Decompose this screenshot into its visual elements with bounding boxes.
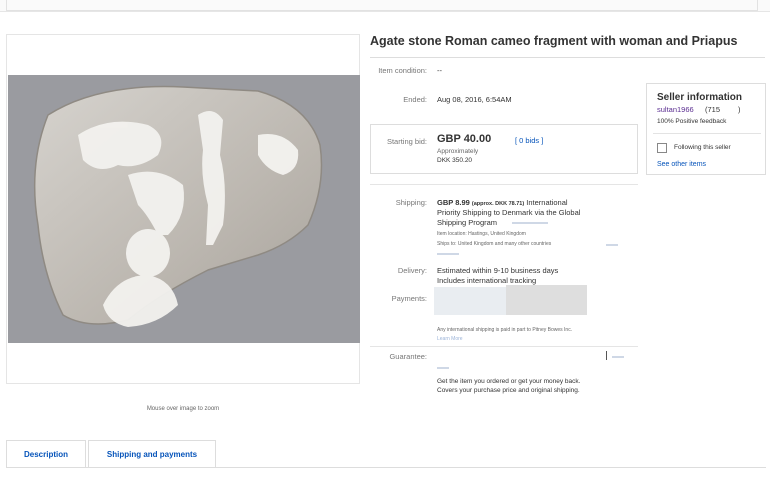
see-details-link[interactable] — [512, 222, 548, 224]
cameo-illustration — [33, 85, 323, 327]
seller-feedback: 100% Positive feedback — [657, 118, 727, 125]
ships-to: Ships to: United Kingdom and many other … — [437, 241, 552, 247]
shipping-price-row: GBP 8.99 (approx. DKK 78.71) Internation… — [437, 198, 568, 207]
payments-label: Payments: — [391, 294, 427, 303]
starting-bid-price: GBP 40.00 — [437, 133, 492, 145]
exclusions-link[interactable] — [437, 253, 459, 255]
delivery-estimate: Estimated within 9-10 business days — [437, 266, 559, 275]
follow-seller-checkbox[interactable] — [657, 143, 667, 153]
payments-note: Any international shipping is paid in pa… — [437, 327, 573, 333]
seller-info-title: Seller information — [657, 92, 743, 103]
shipping-price: GBP 8.99 — [437, 198, 470, 207]
top-bar — [0, 0, 770, 12]
zoom-hint: Mouse over image to zoom — [146, 406, 220, 412]
item-location: Item location: Hastings, United Kingdom — [437, 231, 526, 237]
guarantee-more-link[interactable] — [437, 367, 449, 369]
payment-logo-placeholder — [506, 285, 587, 315]
follow-seller-label[interactable]: Following this seller — [674, 144, 731, 151]
payment-methods-placeholder — [434, 287, 506, 315]
ended-value: Aug 08, 2016, 6:54AM — [437, 95, 512, 104]
delivery-tracking: Includes international tracking — [437, 276, 537, 285]
bids-count-link[interactable]: [ 0 bids ] — [515, 136, 543, 145]
condition-value: -- — [437, 66, 442, 75]
listing-page: Mouse over image to zoom Agate stone Rom… — [0, 0, 770, 480]
bid-box: Starting bid: GBP 40.00 [ 0 bids ] Appro… — [370, 124, 638, 174]
item-photo[interactable] — [8, 75, 360, 343]
seller-name-link[interactable]: sultan1966 — [657, 105, 694, 114]
ended-label: Ended: — [403, 95, 427, 104]
condition-label: Item condition: — [378, 66, 427, 75]
shipping-label: Shipping: — [395, 198, 427, 207]
learn-more-link[interactable]: Learn More — [437, 336, 463, 342]
shipping-approx: (approx. DKK 78.71) — [471, 201, 525, 207]
shipping-service: Priority Shipping to Denmark via the Glo… — [437, 208, 581, 217]
tab-shipping-and-payments[interactable]: Shipping and payments — [88, 440, 216, 468]
seller-info-box: Seller information sultan1966 (715) 100%… — [646, 83, 766, 175]
guarantee-line-1: Get the item you ordered or get your mon… — [437, 378, 581, 385]
page-title: Agate stone Roman cameo fragment with wo… — [370, 34, 738, 48]
guarantee-details-link[interactable] — [612, 356, 624, 358]
approx-value: DKK 350.20 — [437, 157, 473, 164]
see-other-items-link[interactable]: See other items — [657, 161, 706, 168]
approx-label: Approximately — [437, 148, 479, 155]
guarantee-label: Guarantee: — [389, 352, 427, 361]
tab-description[interactable]: Description — [6, 440, 86, 468]
image-panel — [6, 34, 360, 384]
seller-score: (715) — [705, 105, 741, 114]
guarantee-line-2: Covers your purchase price and original … — [437, 387, 580, 394]
delivery-label: Delivery: — [397, 266, 427, 275]
see-exclusions-link[interactable] — [606, 244, 618, 246]
shipping-program: Shipping Program — [437, 218, 498, 227]
starting-bid-label: Starting bid: — [386, 137, 427, 146]
guarantee-divider — [606, 351, 607, 360]
